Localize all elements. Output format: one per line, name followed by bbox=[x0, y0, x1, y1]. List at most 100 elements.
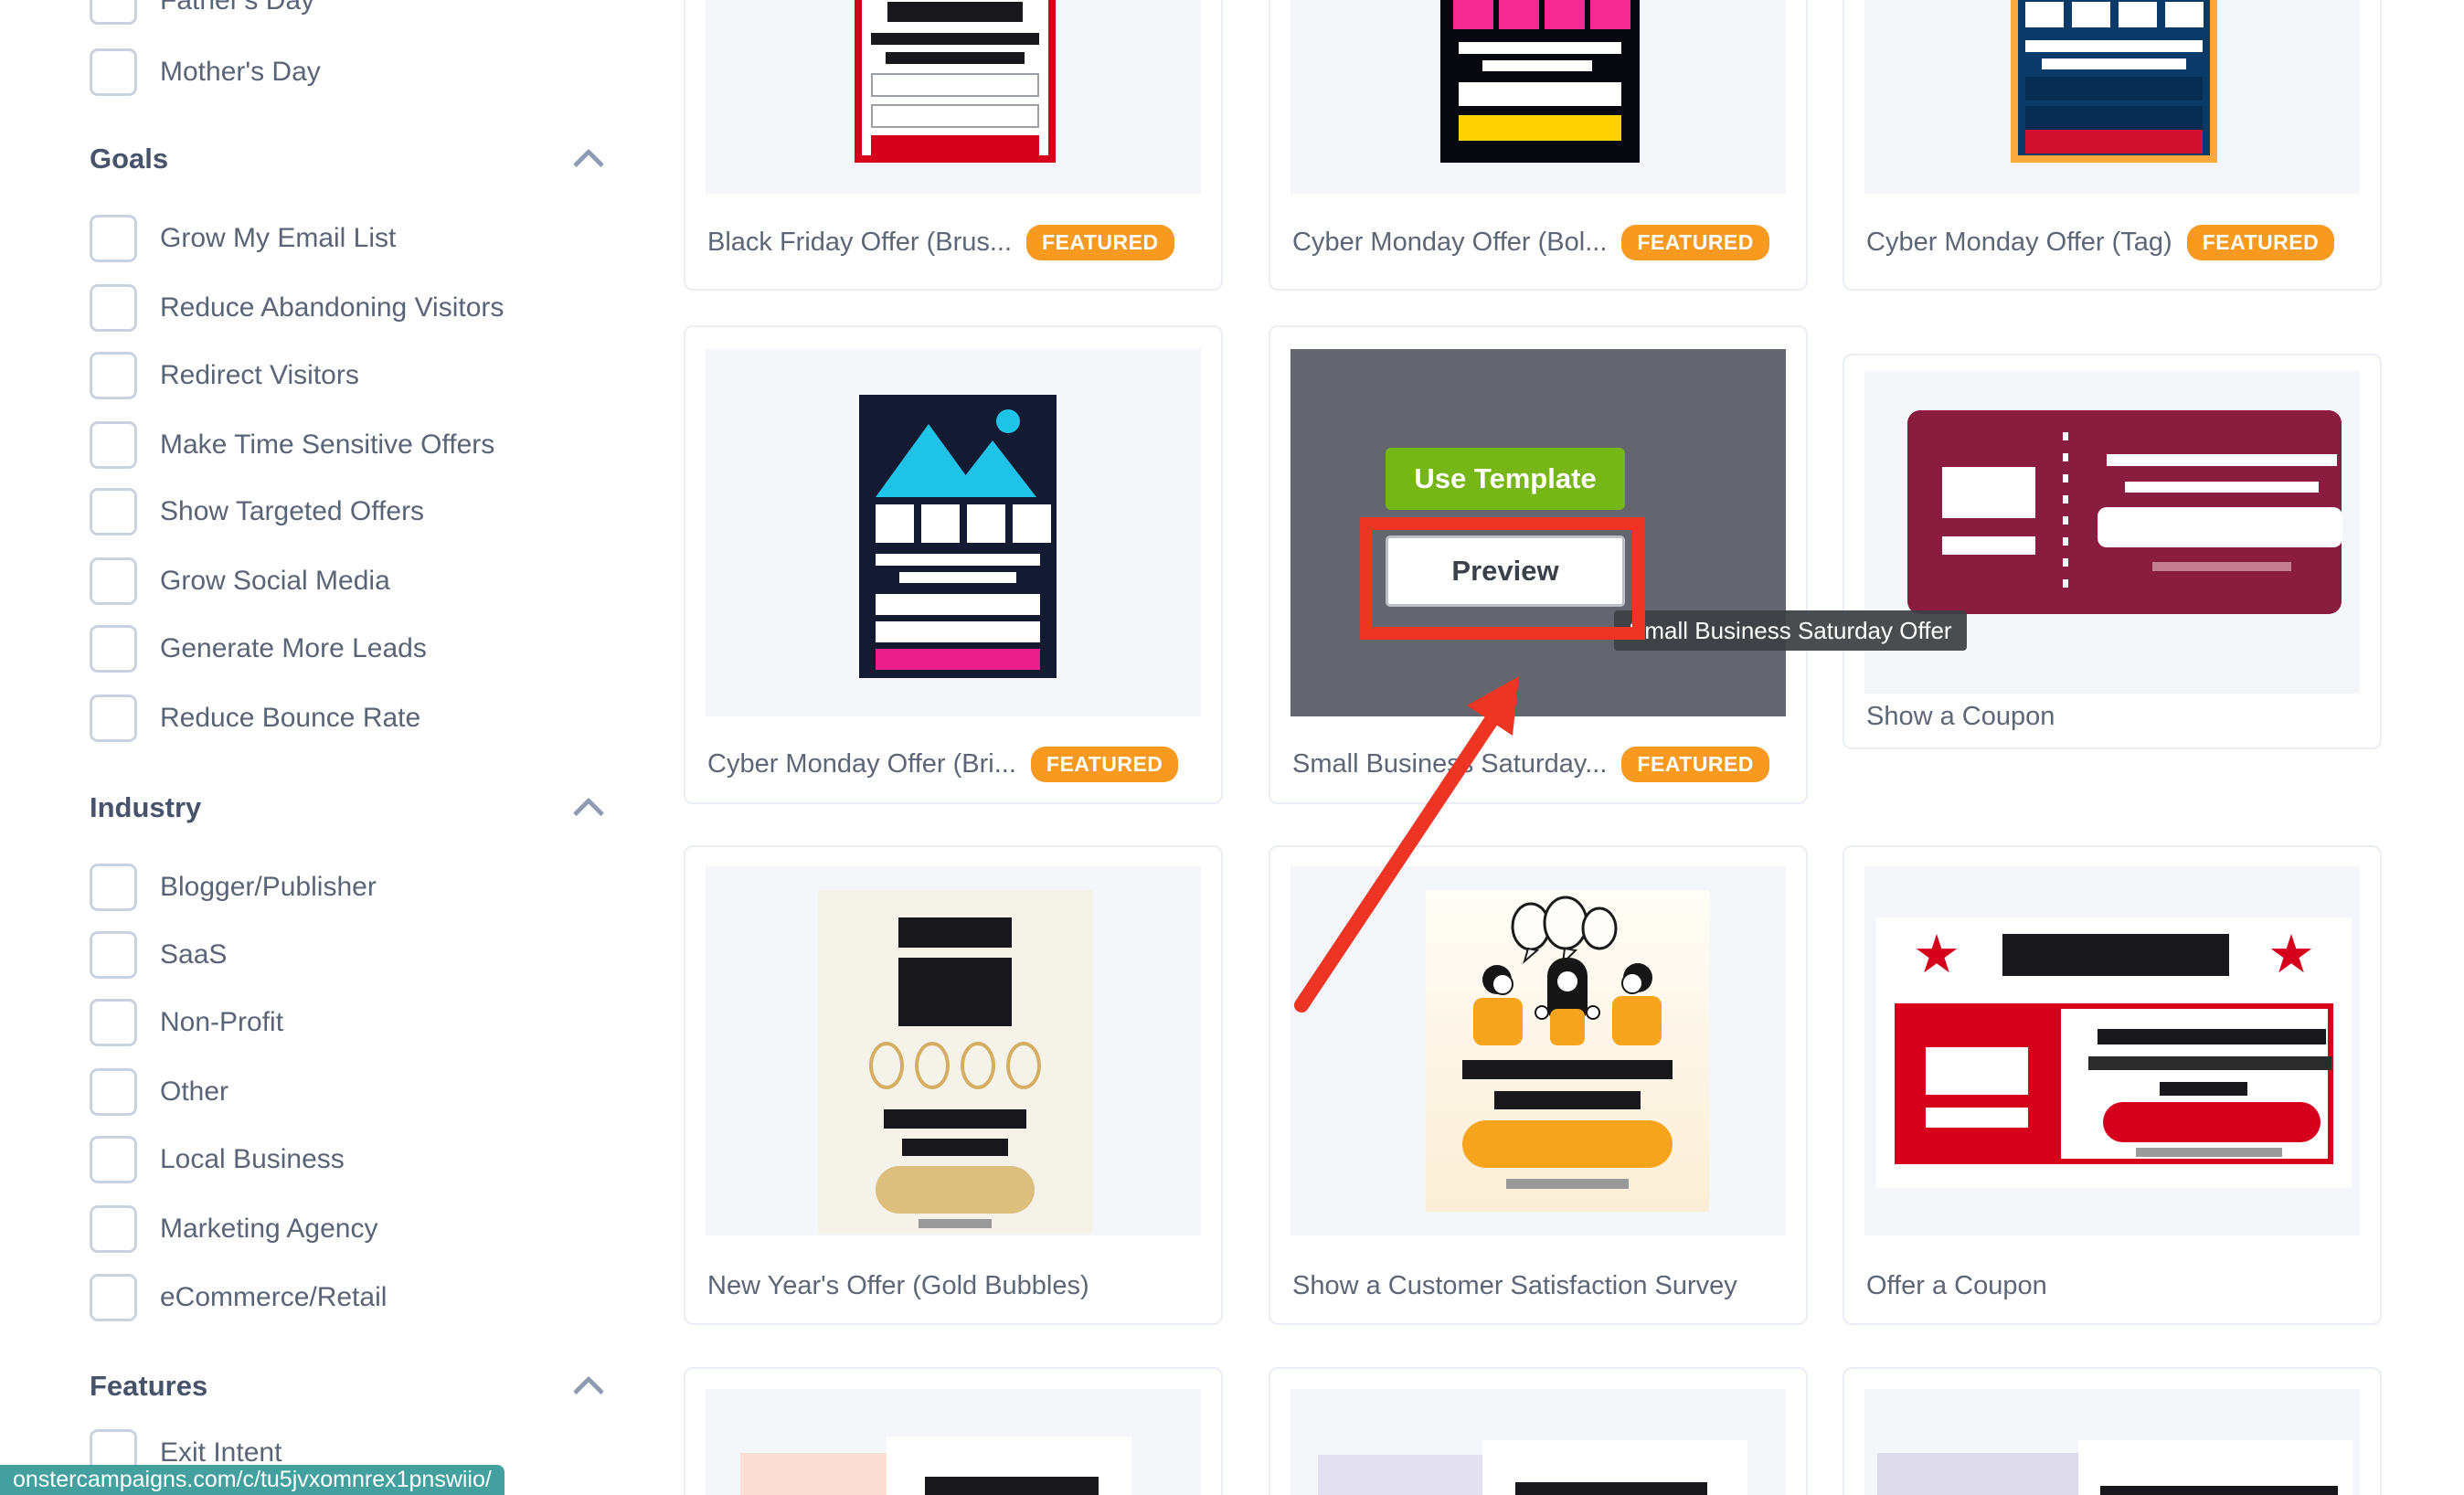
checkbox[interactable] bbox=[90, 352, 137, 399]
filter-marketing-agency[interactable]: Marketing Agency bbox=[90, 1205, 377, 1253]
annotation-highlight-box bbox=[1360, 517, 1645, 640]
star-icon: ★ bbox=[1913, 928, 1960, 981]
featured-badge: FEATURED bbox=[1621, 225, 1769, 260]
filter-label: Other bbox=[160, 1076, 228, 1108]
template-thumbnail: ★ ★ bbox=[1864, 866, 2360, 1235]
filter-show-targeted-offers[interactable]: Show Targeted Offers bbox=[90, 488, 424, 535]
filter-label: Make Time Sensitive Offers bbox=[160, 429, 494, 461]
template-card-partial[interactable] bbox=[684, 1367, 1223, 1495]
template-title: Show a Customer Satisfaction Survey bbox=[1292, 1271, 1737, 1301]
checkbox[interactable] bbox=[90, 1068, 137, 1116]
filter-saas[interactable]: SaaS bbox=[90, 931, 227, 979]
filter-redirect-visitors[interactable]: Redirect Visitors bbox=[90, 352, 359, 399]
filter-grow-my-email-list[interactable]: Grow My Email List bbox=[90, 215, 396, 262]
filter-reduce-abandoning-visitors[interactable]: Reduce Abandoning Visitors bbox=[90, 284, 504, 332]
filter-local-business[interactable]: Local Business bbox=[90, 1136, 345, 1183]
template-card-cyber-monday-tag[interactable]: Cyber Monday Offer (Tag) FEATURED bbox=[1843, 0, 2382, 291]
section-title: Goals bbox=[90, 143, 168, 175]
template-card-cyber-monday-bright[interactable]: Cyber Monday Offer (Bri... FEATURED bbox=[684, 325, 1223, 804]
chevron-up-icon[interactable] bbox=[573, 1376, 604, 1407]
template-name-tooltip: Small Business Saturday Offer bbox=[1614, 610, 1967, 651]
template-thumbnail bbox=[706, 349, 1201, 716]
filter-reduce-bounce-rate[interactable]: Reduce Bounce Rate bbox=[90, 694, 420, 742]
checkbox[interactable] bbox=[90, 421, 137, 469]
filter-label: Reduce Abandoning Visitors bbox=[160, 292, 504, 323]
template-thumbnail bbox=[706, 1389, 1201, 1495]
section-header-features[interactable]: Features bbox=[90, 1370, 600, 1403]
filter-label: Marketing Agency bbox=[160, 1214, 377, 1245]
checkbox[interactable] bbox=[90, 694, 137, 742]
filter-label: Redirect Visitors bbox=[160, 360, 359, 391]
template-title: New Year's Offer (Gold Bubbles) bbox=[707, 1271, 1089, 1301]
template-card-partial[interactable] bbox=[1269, 1367, 1808, 1495]
filter-fathers-day[interactable]: Father's Day bbox=[90, 0, 314, 25]
use-template-button[interactable]: Use Template bbox=[1386, 448, 1625, 510]
filter-label: Non-Profit bbox=[160, 1007, 283, 1038]
filter-label: Father's Day bbox=[160, 0, 314, 16]
filter-label: Grow Social Media bbox=[160, 566, 390, 597]
template-title: Black Friday Offer (Brus... bbox=[707, 228, 1012, 258]
filter-grow-social-media[interactable]: Grow Social Media bbox=[90, 557, 390, 605]
template-thumbnail bbox=[1290, 1389, 1786, 1495]
filter-label: Local Business bbox=[160, 1144, 345, 1175]
filter-label: Grow My Email List bbox=[160, 223, 396, 254]
template-thumbnail bbox=[1290, 866, 1786, 1235]
filter-mothers-day[interactable]: Mother's Day bbox=[90, 48, 321, 96]
checkbox[interactable] bbox=[90, 625, 137, 673]
featured-badge: FEATURED bbox=[2187, 225, 2335, 260]
checkbox[interactable] bbox=[90, 0, 137, 25]
checkbox[interactable] bbox=[90, 1205, 137, 1253]
template-title: Cyber Monday Offer (Bol... bbox=[1292, 228, 1607, 258]
checkbox[interactable] bbox=[90, 864, 137, 911]
checkbox[interactable] bbox=[90, 1136, 137, 1183]
template-thumbnail bbox=[1864, 1389, 2360, 1495]
template-title: Cyber Monday Offer (Tag) bbox=[1866, 228, 2172, 258]
template-thumbnail bbox=[706, 0, 1201, 194]
filter-blogger-publisher[interactable]: Blogger/Publisher bbox=[90, 864, 377, 911]
checkbox[interactable] bbox=[90, 999, 137, 1046]
filter-label: Blogger/Publisher bbox=[160, 872, 377, 903]
filter-label: Exit Intent bbox=[160, 1437, 281, 1468]
filter-label: Generate More Leads bbox=[160, 633, 427, 664]
featured-badge: FEATURED bbox=[1621, 747, 1769, 782]
people-talking-illustration bbox=[1426, 896, 1709, 1051]
checkbox[interactable] bbox=[90, 215, 137, 262]
filter-ecommerce-retail[interactable]: eCommerce/Retail bbox=[90, 1274, 387, 1321]
section-title: Features bbox=[90, 1370, 207, 1403]
filter-make-time-sensitive-offers[interactable]: Make Time Sensitive Offers bbox=[90, 421, 494, 469]
status-url-bar: onstercampaigns.com/c/tu5jvxomnrex1pnswi… bbox=[0, 1465, 504, 1495]
filter-non-profit[interactable]: Non-Profit bbox=[90, 999, 283, 1046]
template-title: Offer a Coupon bbox=[1866, 1271, 2047, 1301]
filter-label: Mother's Day bbox=[160, 57, 321, 88]
checkbox[interactable] bbox=[90, 557, 137, 605]
template-card-cyber-monday-bold[interactable]: Cyber Monday Offer (Bol... FEATURED bbox=[1269, 0, 1808, 291]
filter-other[interactable]: Other bbox=[90, 1068, 228, 1116]
section-header-goals[interactable]: Goals bbox=[90, 143, 600, 175]
template-card-black-friday-offer[interactable]: Black Friday Offer (Brus... FEATURED bbox=[684, 0, 1223, 291]
chevron-up-icon[interactable] bbox=[573, 149, 604, 180]
template-card-partial[interactable] bbox=[1843, 1367, 2382, 1495]
filter-generate-more-leads[interactable]: Generate More Leads bbox=[90, 625, 427, 673]
featured-badge: FEATURED bbox=[1026, 225, 1174, 260]
checkbox[interactable] bbox=[90, 488, 137, 535]
star-icon: ★ bbox=[2268, 928, 2315, 981]
template-card-show-a-coupon[interactable]: Show a Coupon bbox=[1843, 354, 2382, 749]
filter-label: eCommerce/Retail bbox=[160, 1282, 387, 1313]
section-header-industry[interactable]: Industry bbox=[90, 791, 600, 824]
template-card-offer-a-coupon[interactable]: ★ ★ Offer a Coupon bbox=[1843, 845, 2382, 1325]
checkbox[interactable] bbox=[90, 931, 137, 979]
checkbox[interactable] bbox=[90, 48, 137, 96]
template-thumbnail bbox=[1864, 0, 2360, 194]
checkbox[interactable] bbox=[90, 284, 137, 332]
filter-label: SaaS bbox=[160, 939, 227, 970]
chevron-up-icon[interactable] bbox=[573, 798, 604, 829]
template-thumbnail bbox=[706, 866, 1201, 1235]
template-card-new-years-gold-bubbles[interactable]: New Year's Offer (Gold Bubbles) bbox=[684, 845, 1223, 1325]
section-title: Industry bbox=[90, 791, 201, 824]
template-card-customer-satisfaction-survey[interactable]: Show a Customer Satisfaction Survey bbox=[1269, 845, 1808, 1325]
template-thumbnail bbox=[1290, 0, 1786, 194]
template-title: Show a Coupon bbox=[1866, 702, 2055, 732]
filter-label: Show Targeted Offers bbox=[160, 496, 424, 527]
template-title: Cyber Monday Offer (Bri... bbox=[707, 749, 1016, 779]
checkbox[interactable] bbox=[90, 1274, 137, 1321]
